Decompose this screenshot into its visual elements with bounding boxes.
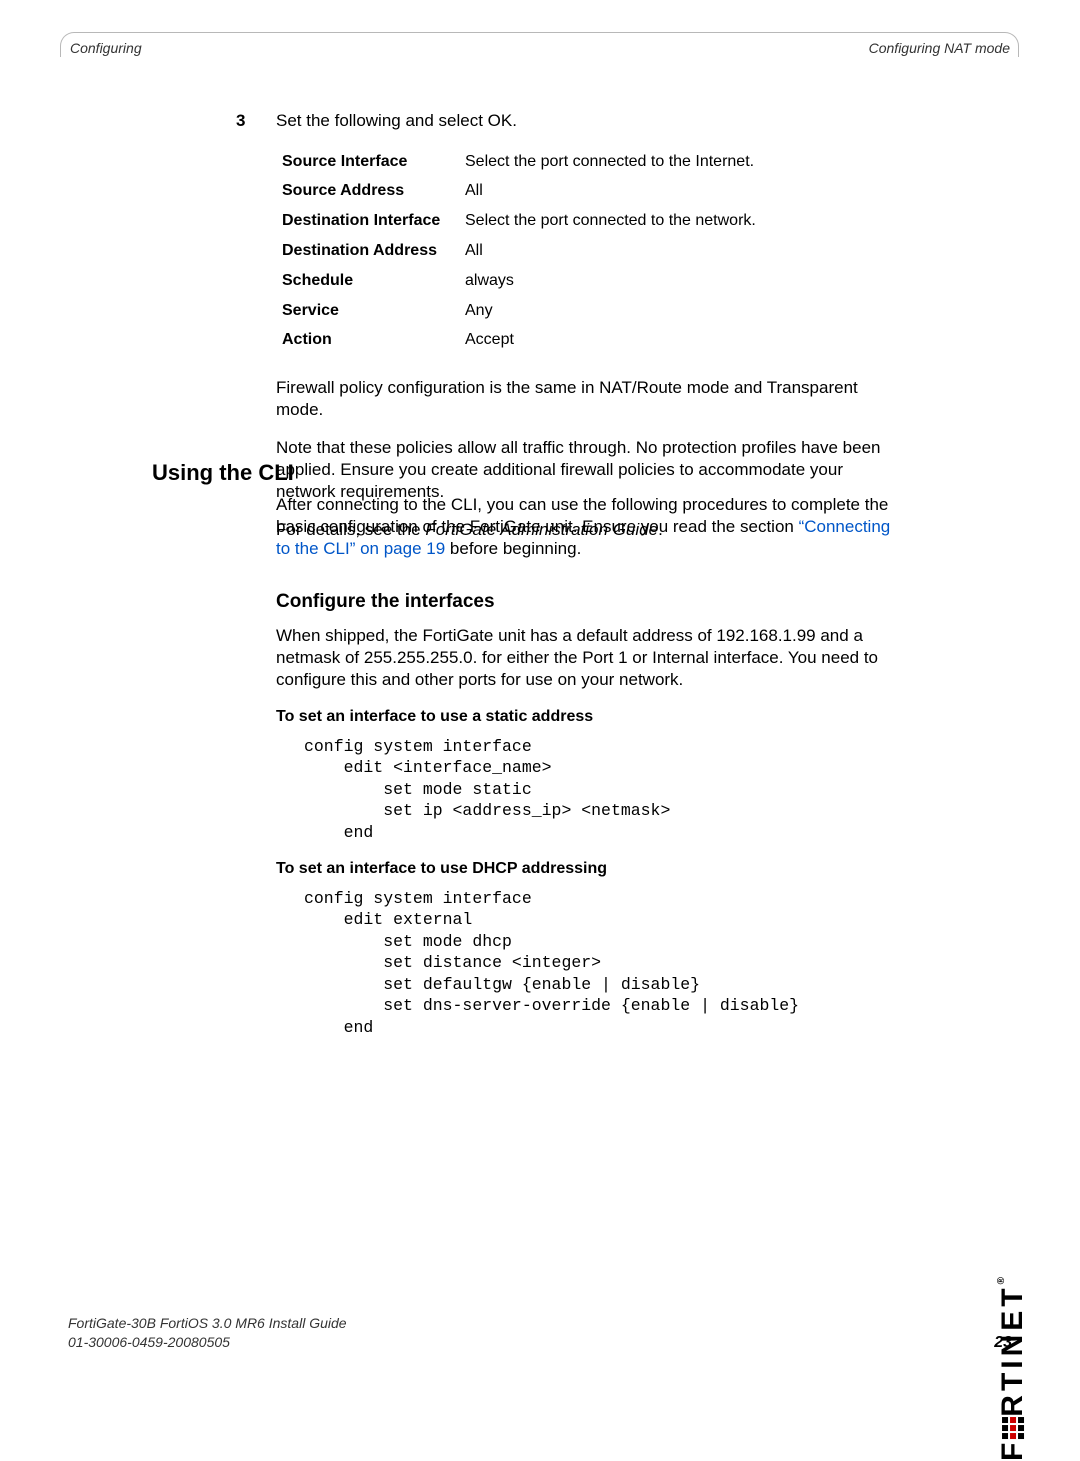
page: Configuring Configuring NAT mode 3 Set t… xyxy=(0,0,1080,1397)
table-row: Destination AddressAll xyxy=(282,237,756,265)
brand-reg: ® xyxy=(996,1277,1007,1284)
table-row: ActionAccept xyxy=(282,327,756,355)
setting-key: Source Address xyxy=(282,178,463,206)
table-row: Destination InterfaceSelect the port con… xyxy=(282,208,756,236)
header-left: Configuring xyxy=(70,40,142,56)
paragraph: Firewall policy configuration is the sam… xyxy=(276,377,896,421)
setting-val: All xyxy=(465,237,756,265)
setting-key: Source Interface xyxy=(282,148,463,176)
setting-key: Destination Address xyxy=(282,237,463,265)
heading-using-cli: Using the CLI xyxy=(152,460,294,486)
brand-text-pre: F xyxy=(996,1439,1029,1461)
code-block-static: config system interface edit <interface_… xyxy=(304,736,896,843)
setting-key: Action xyxy=(282,327,463,355)
header-right: Configuring NAT mode xyxy=(869,40,1010,56)
code-block-dhcp: config system interface edit external se… xyxy=(304,888,896,1038)
heading-configure-interfaces: Configure the interfaces xyxy=(276,590,896,615)
setting-key: Destination Interface xyxy=(282,208,463,236)
cli-section: After connecting to the CLI, you can use… xyxy=(276,494,896,1046)
setting-val: Accept xyxy=(465,327,756,355)
table-row: Source InterfaceSelect the port connecte… xyxy=(282,148,756,176)
setting-key: Schedule xyxy=(282,267,463,295)
footer-line1: FortiGate-30B FortiOS 3.0 MR6 Install Gu… xyxy=(68,1314,347,1333)
table-row: ServiceAny xyxy=(282,297,756,325)
text: before beginning. xyxy=(445,539,581,558)
text: After connecting to the CLI, you can use… xyxy=(276,495,888,536)
settings-table: Source InterfaceSelect the port connecte… xyxy=(280,146,758,357)
paragraph: When shipped, the FortiGate unit has a d… xyxy=(276,625,896,691)
heading-dhcp: To set an interface to use DHCP addressi… xyxy=(276,859,896,880)
footer-line2: 01-30006-0459-20080505 xyxy=(68,1333,347,1352)
setting-val: Select the port connected to the network… xyxy=(465,208,756,236)
main-content: 3 Set the following and select OK. Sourc… xyxy=(276,110,896,557)
step-3: 3 Set the following and select OK. xyxy=(276,110,896,132)
setting-val: always xyxy=(465,267,756,295)
step-text: Set the following and select OK. xyxy=(276,111,517,130)
heading-static: To set an interface to use a static addr… xyxy=(276,707,896,728)
setting-val: Select the port connected to the Interne… xyxy=(465,148,756,176)
footer-left: FortiGate-30B FortiOS 3.0 MR6 Install Gu… xyxy=(68,1314,347,1352)
paragraph: After connecting to the CLI, you can use… xyxy=(276,494,896,560)
setting-key: Service xyxy=(282,297,463,325)
setting-val: All xyxy=(465,178,756,206)
fortinet-icon xyxy=(1002,1417,1024,1439)
table-row: Source AddressAll xyxy=(282,178,756,206)
step-number: 3 xyxy=(236,110,245,132)
setting-val: Any xyxy=(465,297,756,325)
fortinet-logo: FRTINET® xyxy=(996,1277,1030,1461)
page-number: 23 xyxy=(994,1334,1012,1352)
table-row: Schedulealways xyxy=(282,267,756,295)
